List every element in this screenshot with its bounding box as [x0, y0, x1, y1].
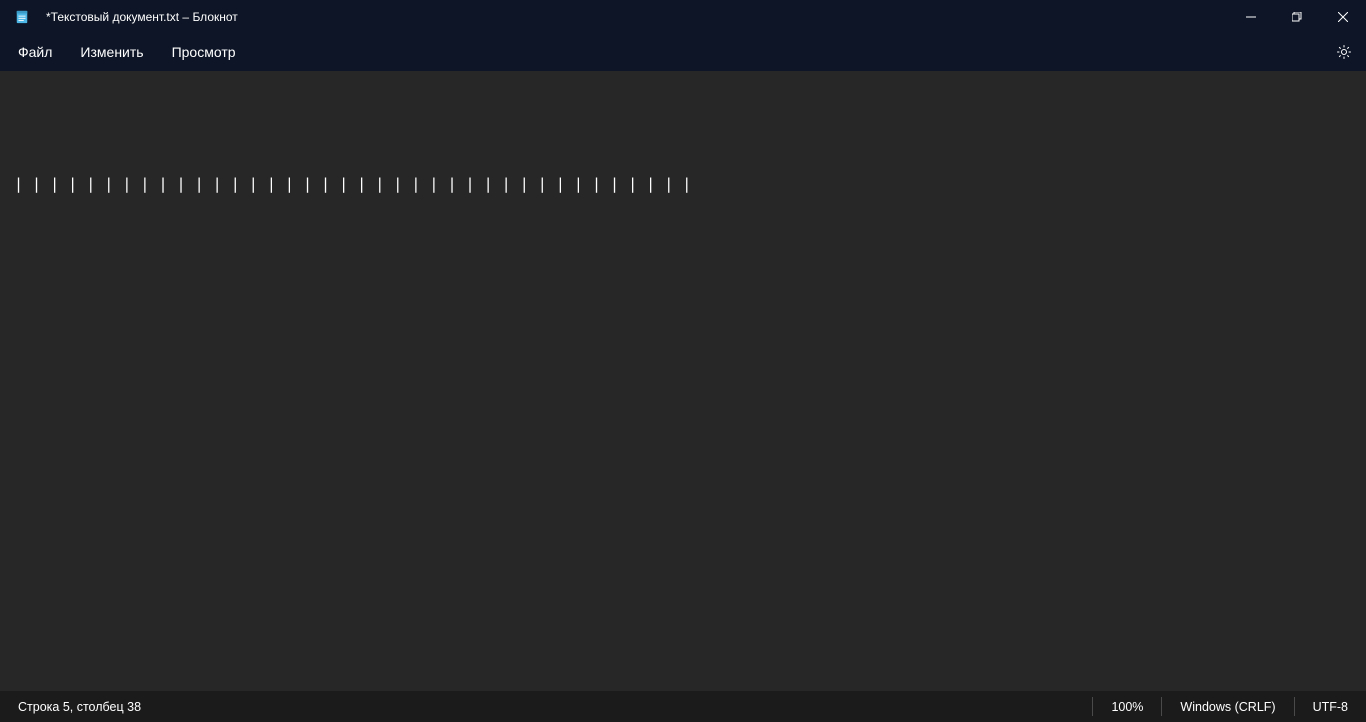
maximize-button[interactable] — [1274, 0, 1320, 33]
window-controls — [1228, 0, 1366, 33]
menu-view[interactable]: Просмотр — [158, 38, 250, 66]
status-zoom[interactable]: 100% — [1092, 697, 1161, 716]
status-bar: Строка 5, столбец 38 100% Windows (CRLF)… — [0, 691, 1366, 722]
text-editor[interactable]: | | | | | | | | | | | | | | | | | | | | … — [0, 71, 1366, 691]
menu-bar: Файл Изменить Просмотр — [0, 33, 1366, 71]
notepad-icon — [14, 9, 30, 25]
status-position: Строка 5, столбец 38 — [18, 700, 1092, 714]
minimize-button[interactable] — [1228, 0, 1274, 33]
gear-icon[interactable] — [1334, 42, 1354, 62]
title-bar[interactable]: *Текстовый документ.txt – Блокнот — [0, 0, 1366, 33]
status-line-ending: Windows (CRLF) — [1161, 697, 1293, 716]
menu-edit[interactable]: Изменить — [66, 38, 157, 66]
close-button[interactable] — [1320, 0, 1366, 33]
window-title: *Текстовый документ.txt – Блокнот — [46, 10, 238, 24]
menu-file[interactable]: Файл — [4, 38, 66, 66]
status-encoding: UTF-8 — [1294, 697, 1348, 716]
